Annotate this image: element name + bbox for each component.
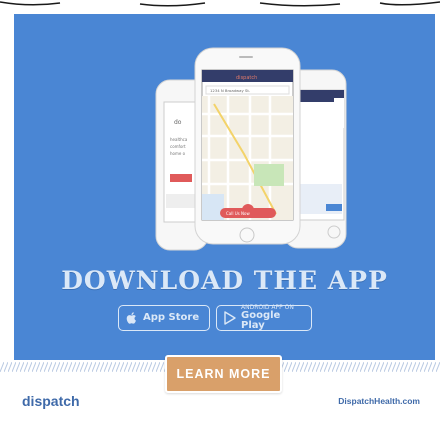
google-play-button[interactable]: ANDROID APP ON Google Play <box>216 305 312 331</box>
svg-text:do: do <box>174 119 182 126</box>
learn-more-button[interactable]: LEARN MORE <box>165 355 282 393</box>
center-phone: dispatch 1234 N Broadway St. Call Us Now <box>194 47 301 245</box>
headline: DOWNLOAD THE APP <box>61 266 388 295</box>
svg-text:healthca: healthca <box>170 137 188 142</box>
phones-illustration: do healthca comfort home o dispatch 1234… <box>155 47 347 251</box>
svg-text:home o: home o <box>170 151 186 156</box>
app-store-button[interactable]: App Store <box>118 305 210 331</box>
apple-icon <box>126 312 136 324</box>
google-play-icon <box>224 311 236 325</box>
svg-text:comfort: comfort <box>170 144 186 149</box>
svg-text:Call Us Now: Call Us Now <box>226 211 250 216</box>
brand-logo: dispatch <box>22 393 80 409</box>
google-play-label: Google Play <box>241 310 281 331</box>
svg-text:1234 N Broadway St.: 1234 N Broadway St. <box>210 88 250 93</box>
svg-text:dispatch: dispatch <box>236 75 257 81</box>
app-store-label: App Store <box>143 312 200 323</box>
site-url[interactable]: DispatchHealth.com <box>338 396 420 406</box>
top-edge <box>0 0 440 10</box>
